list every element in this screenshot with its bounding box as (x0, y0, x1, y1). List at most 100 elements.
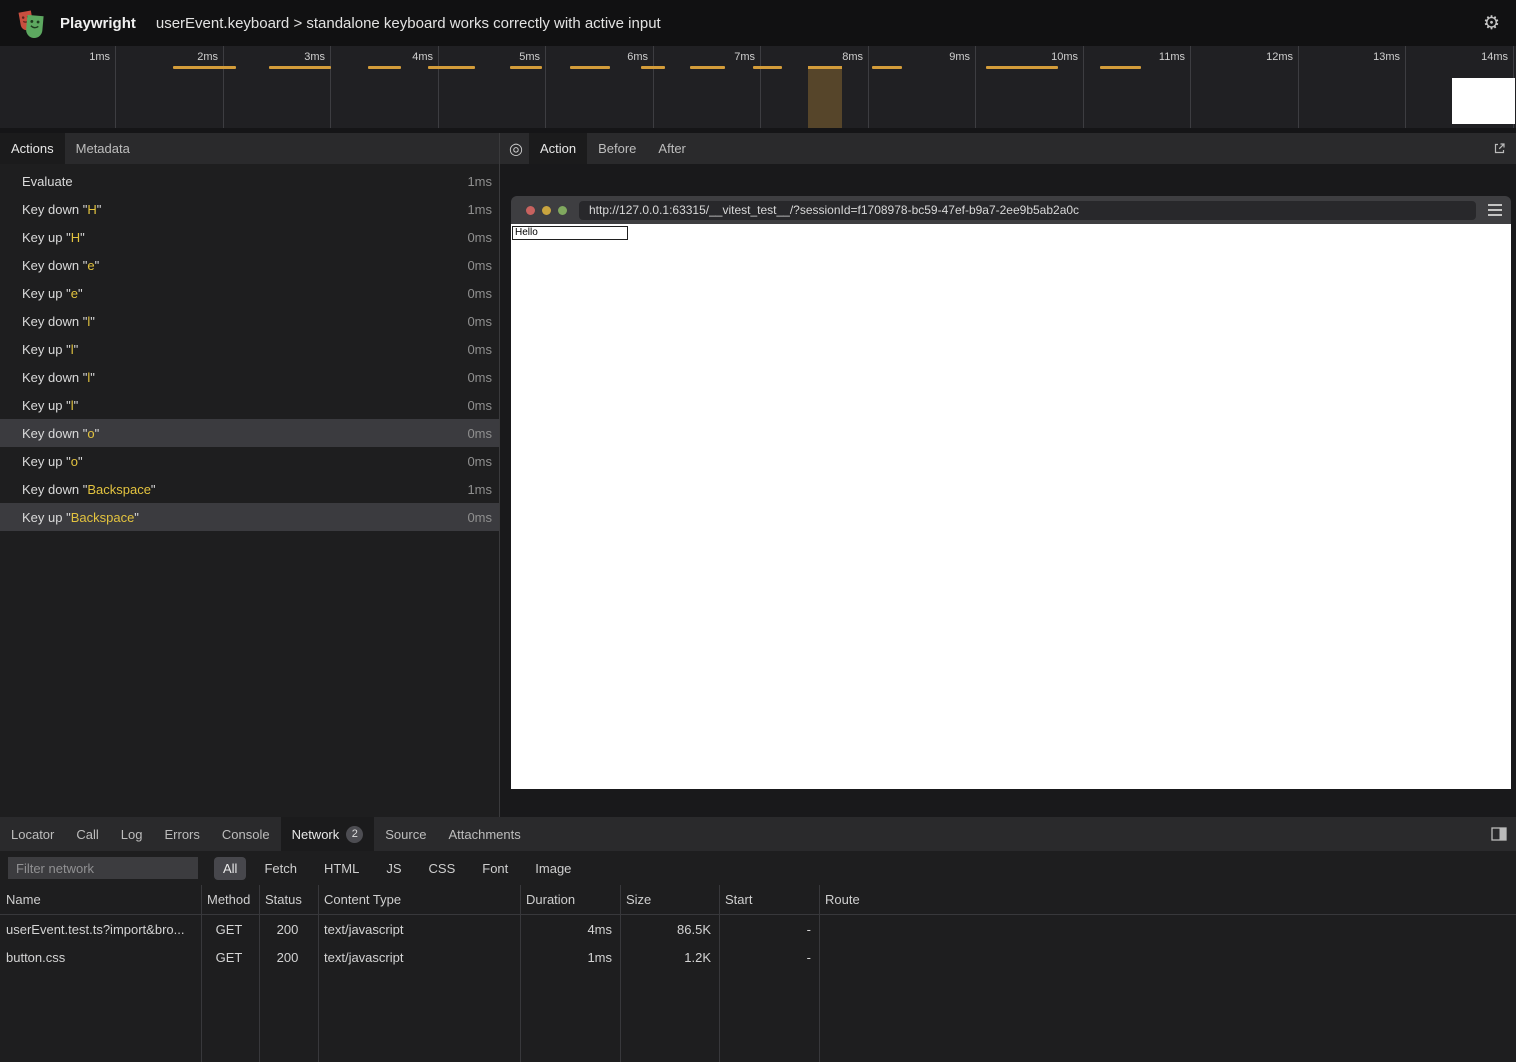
snapshot-area: http://127.0.0.1:63315/__vitest_test__/?… (500, 164, 1516, 817)
snapshot-page: Hello (511, 224, 1511, 789)
timeline-action-bar[interactable] (510, 66, 542, 69)
filter-chip-image[interactable]: Image (526, 857, 580, 880)
timeline-action-bar[interactable] (173, 66, 236, 69)
action-label: Key down "e" (22, 258, 467, 273)
timeline-action-bar[interactable] (428, 66, 475, 69)
timeline-tick: 12ms (1191, 46, 1299, 128)
timeline-action-bar[interactable] (690, 66, 725, 69)
action-row[interactable]: Key up "l" 0ms (0, 335, 499, 363)
timeline[interactable]: 1ms 2ms 3ms 4ms 5ms 6ms (0, 46, 1516, 133)
timeline-tick: 1ms (8, 46, 116, 128)
action-row[interactable]: Key down "e" 0ms (0, 251, 499, 279)
action-duration: 0ms (467, 342, 492, 357)
timeline-action-bar[interactable] (753, 66, 782, 69)
action-label: Key up "e" (22, 286, 467, 301)
snapshot-panel: ◎ Action Before After (500, 133, 1516, 817)
action-row[interactable]: Key down "l" 0ms (0, 307, 499, 335)
cell-status: 200 (259, 915, 318, 943)
network-filter-row: All Fetch HTML JS CSS Font Image (0, 851, 1516, 885)
film-strip-thumbnail[interactable] (1452, 78, 1515, 124)
tab-after[interactable]: After (647, 133, 696, 164)
playwright-logo-icon (16, 8, 46, 38)
timeline-tick: 10ms (976, 46, 1084, 128)
column-header[interactable]: Method (201, 885, 259, 914)
tab-attachments[interactable]: Attachments (437, 817, 531, 851)
tab-action[interactable]: Action (529, 133, 587, 164)
timeline-action-bar[interactable] (641, 66, 665, 69)
action-row[interactable]: Key down "Backspace" 1ms (0, 475, 499, 503)
filter-chip-html[interactable]: HTML (315, 857, 368, 880)
tab-locator[interactable]: Locator (0, 817, 65, 851)
settings-gear-icon[interactable]: ⚙ (1483, 14, 1500, 33)
cell-route (819, 943, 1516, 971)
action-label: Key up "Backspace" (22, 510, 467, 525)
action-row[interactable]: Key down "o" 0ms (0, 419, 499, 447)
action-row[interactable]: Key down "l" 0ms (0, 363, 499, 391)
column-header[interactable]: Name (0, 885, 201, 914)
network-request-row[interactable]: button.css GET 200 text/javascript 1ms 1… (0, 943, 1516, 971)
timeline-tick: 2ms (116, 46, 224, 128)
cell-route (819, 915, 1516, 943)
action-duration: 0ms (467, 398, 492, 413)
action-row[interactable]: Key up "Backspace" 0ms (0, 503, 499, 531)
action-row[interactable]: Key up "o" 0ms (0, 447, 499, 475)
page-text-input[interactable]: Hello (512, 226, 628, 240)
timeline-tick: 5ms (438, 46, 546, 128)
tab-console[interactable]: Console (211, 817, 281, 851)
filter-chip-all[interactable]: All (214, 857, 246, 880)
timeline-action-bar[interactable] (872, 66, 902, 69)
timeline-action-bar[interactable] (1100, 66, 1141, 69)
snapshot-toolbar: ◎ Action Before After (500, 133, 1516, 164)
action-duration: 1ms (467, 174, 492, 189)
column-header[interactable]: Duration (520, 885, 620, 914)
column-header[interactable]: Start (719, 885, 819, 914)
filter-chip-css[interactable]: CSS (420, 857, 465, 880)
column-header[interactable]: Size (620, 885, 719, 914)
column-header[interactable]: Content Type (318, 885, 520, 914)
open-snapshot-external-icon[interactable] (1483, 133, 1516, 164)
cell-size: 1.2K (620, 943, 719, 971)
minimize-dot-icon (542, 206, 551, 215)
action-label: Key down "l" (22, 314, 467, 329)
tab-network[interactable]: Network2 (281, 817, 375, 851)
filter-chip-font[interactable]: Font (473, 857, 517, 880)
timeline-action-bar[interactable] (808, 66, 842, 128)
timeline-action-bar[interactable] (269, 66, 331, 69)
filter-chip-js[interactable]: JS (377, 857, 410, 880)
cell-method: GET (201, 915, 259, 943)
column-header[interactable]: Route (819, 885, 1516, 914)
cell-name: userEvent.test.ts?import&bro... (0, 915, 201, 943)
timeline-tick: 6ms (546, 46, 654, 128)
tab-metadata[interactable]: Metadata (65, 133, 141, 164)
cell-method: GET (201, 943, 259, 971)
cell-duration: 4ms (520, 915, 620, 943)
toggle-panel-layout-icon[interactable] (1482, 817, 1516, 851)
cell-start: - (719, 943, 819, 971)
timeline-tick: 7ms (653, 46, 761, 128)
timeline-tick: 9ms (868, 46, 976, 128)
tab-actions[interactable]: Actions (0, 133, 65, 164)
action-row[interactable]: Key down "H" 1ms (0, 195, 499, 223)
timeline-action-bar[interactable] (368, 66, 401, 69)
tab-log[interactable]: Log (110, 817, 154, 851)
action-row[interactable]: Key up "l" 0ms (0, 391, 499, 419)
timeline-action-bar[interactable] (570, 66, 610, 69)
tab-call[interactable]: Call (65, 817, 109, 851)
column-header[interactable]: Status (259, 885, 318, 914)
tab-source[interactable]: Source (374, 817, 437, 851)
tab-errors[interactable]: Errors (153, 817, 210, 851)
filter-chip-fetch[interactable]: Fetch (255, 857, 306, 880)
network-request-row[interactable]: userEvent.test.ts?import&bro... GET 200 … (0, 915, 1516, 943)
pick-locator-icon[interactable]: ◎ (500, 133, 529, 164)
action-duration: 0ms (467, 454, 492, 469)
action-row[interactable]: Evaluate 1ms (0, 167, 499, 195)
action-duration: 0ms (467, 370, 492, 385)
cell-size: 86.5K (620, 915, 719, 943)
action-row[interactable]: Key up "e" 0ms (0, 279, 499, 307)
action-row[interactable]: Key up "H" 0ms (0, 223, 499, 251)
timeline-tick: 4ms (331, 46, 439, 128)
timeline-action-bar[interactable] (986, 66, 1058, 69)
filter-network-input[interactable] (8, 857, 198, 879)
tab-before[interactable]: Before (587, 133, 647, 164)
action-duration: 1ms (467, 202, 492, 217)
